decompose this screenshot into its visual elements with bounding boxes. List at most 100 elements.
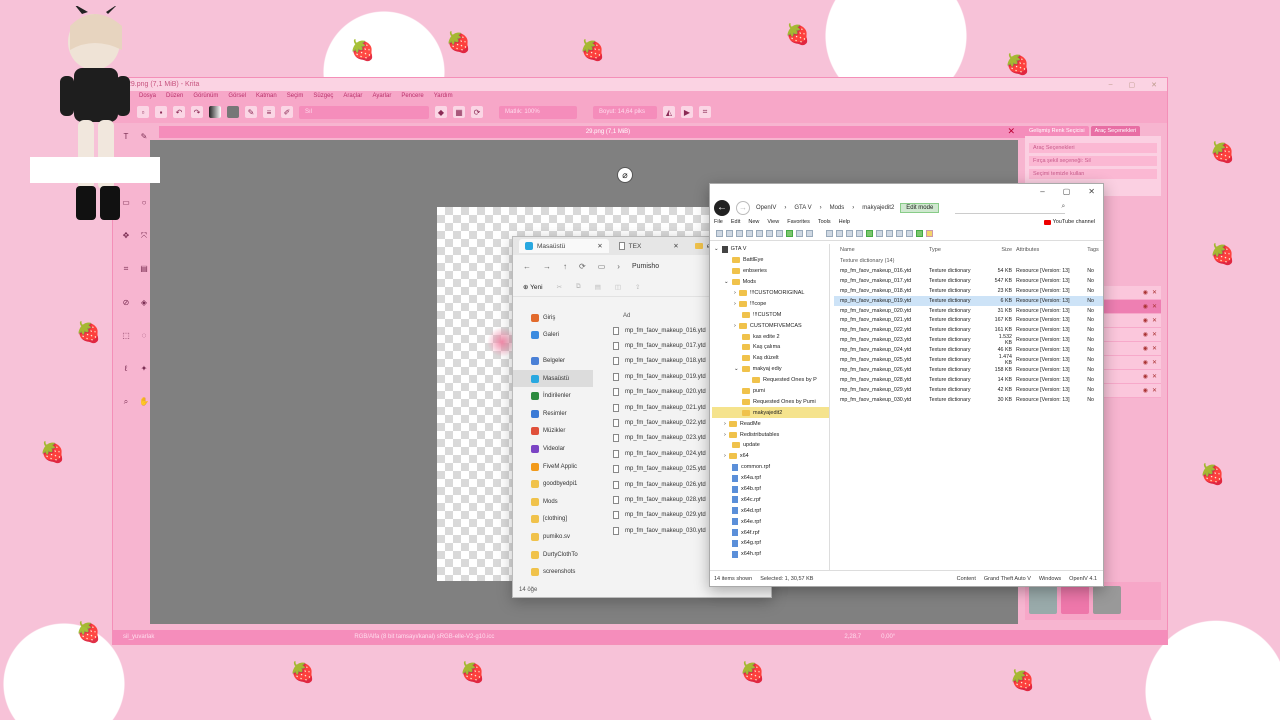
eye-icon[interactable]: ◉ [1143, 373, 1148, 380]
tab-advanced-color[interactable]: Gelişmiş Renk Seçicisi [1025, 126, 1089, 136]
toolbar-button-icon[interactable] [716, 230, 723, 237]
sidebar-item-music[interactable]: Müzikler [513, 423, 593, 441]
column-type[interactable]: Type [929, 247, 994, 253]
lock-icon[interactable]: ✕ [1152, 317, 1157, 324]
table-row-selected[interactable]: mp_fm_faov_makeup_019.ytd Texture diction… [834, 295, 1103, 306]
opacity-slider[interactable]: Matlık: 100% [499, 105, 577, 119]
tree-item[interactable]: x64b.rpf [712, 484, 829, 495]
toolbar-button-icon[interactable] [826, 230, 833, 237]
menu-settings[interactable]: Ayarlar [372, 93, 391, 99]
maximize-icon[interactable]: ▢ [1063, 187, 1071, 196]
column-attributes[interactable]: Attributes [1016, 247, 1087, 253]
clear-selection-option[interactable]: Seçimi temizle kullan [1029, 169, 1157, 179]
menu-help[interactable]: Yardım [434, 93, 453, 99]
paste-icon[interactable]: ▤ [595, 283, 601, 291]
menu-window[interactable]: Pencere [401, 93, 423, 99]
menu-tools[interactable]: Araçlar [343, 93, 362, 99]
pan-tool-icon[interactable]: ✋ [139, 397, 149, 407]
tab-desktop[interactable]: Masaüstü ✕ [519, 239, 609, 253]
status-content[interactable]: Content [957, 576, 976, 582]
sidebar-item-screenshots[interactable]: screenshots [513, 563, 593, 581]
sidebar-item-fivem[interactable]: FiveM Applic [513, 458, 593, 476]
toolbar-button-icon[interactable] [906, 230, 913, 237]
sidebar-item-clothing[interactable]: [clothing] [513, 511, 593, 529]
toolbar-button-icon[interactable] [746, 230, 753, 237]
status-game[interactable]: Grand Theft Auto V [984, 576, 1031, 582]
tree-item[interactable]: › ReadMe [712, 418, 829, 429]
rect-select-icon[interactable]: ⬚ [121, 331, 131, 341]
lock-icon[interactable]: ✕ [1152, 331, 1157, 338]
tree-item[interactable]: x64d.rpf [712, 505, 829, 516]
toolbar-button-icon[interactable] [806, 230, 813, 237]
eye-icon[interactable]: ◉ [1143, 345, 1148, 352]
menu-tools[interactable]: Tools [818, 219, 831, 225]
chevron-down-icon[interactable]: ⌄ [734, 366, 739, 372]
crumb-gtav[interactable]: GTA V [794, 205, 811, 211]
tree-item[interactable]: › Redistributables [712, 429, 829, 440]
toolbar-button-icon[interactable] [856, 230, 863, 237]
document-tab[interactable]: 29.png (7,1 MiB) [159, 126, 1057, 138]
tree-item[interactable]: x64g.rpf [712, 538, 829, 549]
edit-mode-button[interactable]: Edit mode [900, 203, 940, 213]
undo-icon[interactable]: ↶ [173, 106, 185, 118]
tree-item[interactable]: pumi [712, 386, 829, 397]
tree-item[interactable]: › CUSTOMFIVEMCAS [712, 320, 829, 331]
close-tab-icon[interactable]: ✕ [673, 242, 678, 250]
tree-item[interactable]: enbseries [712, 266, 829, 277]
toolbar-button-icon[interactable] [756, 230, 763, 237]
tree-item[interactable]: › !!!cope [712, 298, 829, 309]
lock-icon[interactable]: ✕ [1152, 359, 1157, 366]
toolbar-button-icon[interactable] [876, 230, 883, 237]
tree-item[interactable]: ⌄ makyaj ediy [712, 364, 829, 375]
breadcrumb[interactable]: Pumisho [632, 263, 659, 270]
eye-icon[interactable]: ◉ [1143, 359, 1148, 366]
sidebar-item-pictures[interactable]: Resimler [513, 405, 593, 423]
chevron-right-icon[interactable]: › [724, 421, 726, 427]
tree-item[interactable]: x64h.rpf [712, 549, 829, 560]
tree-item[interactable]: BattlEye [712, 255, 829, 266]
eraser-icon[interactable]: ◆ [435, 106, 447, 118]
crumb-openiv[interactable]: OpenIV [756, 205, 776, 211]
alpha-lock-icon[interactable]: ▦ [453, 106, 465, 118]
table-row[interactable]: mp_fm_faov_makeup_017.ytd Texture diction… [834, 276, 1103, 286]
tree-item[interactable]: x64f.rpf [712, 527, 829, 538]
sidebar-item-documents[interactable]: Belgeler [513, 352, 593, 370]
tree-item[interactable]: x64e.rpf [712, 516, 829, 527]
column-name[interactable]: Name [834, 247, 929, 253]
table-row[interactable]: mp_fm_faov_makeup_030.ytd Texture diction… [834, 395, 1103, 405]
sidebar-item-gallery[interactable]: Galeri [513, 327, 593, 345]
tree-item[interactable]: Requested Ones by P [712, 375, 829, 386]
close-icon[interactable]: ✕ [1151, 81, 1157, 89]
toolbar-button-icon[interactable] [866, 230, 873, 237]
magic-wand-icon[interactable]: ✦ [139, 364, 149, 374]
sidebar-item-pumiko[interactable]: pumiko.sv [513, 528, 593, 546]
picker-tool-icon[interactable]: ⊘ [121, 298, 131, 308]
table-row[interactable]: mp_fm_faov_makeup_020.ytd Texture diction… [834, 306, 1103, 316]
sidebar-item-durtycloth[interactable]: DurtyClothTo [513, 546, 593, 564]
toolbar-button-icon[interactable] [726, 230, 733, 237]
brush-settings-icon[interactable]: ≡ [263, 106, 275, 118]
tree-item[interactable]: Kaş düzelt [712, 353, 829, 364]
tree-item[interactable]: › x64 [712, 451, 829, 462]
toolbar-button-icon[interactable] [836, 230, 843, 237]
column-size[interactable]: Size [994, 247, 1016, 253]
add-icon[interactable] [916, 230, 923, 237]
reload-icon[interactable]: ⟳ [471, 106, 483, 118]
sidebar-item-desktop[interactable]: Masaüstü [513, 369, 593, 388]
crumb-mods[interactable]: Mods [830, 205, 845, 211]
tree-item[interactable]: Kaş çalıma [712, 342, 829, 353]
chevron-right-icon[interactable]: › [734, 301, 736, 307]
table-row[interactable]: mp_fm_faov_makeup_025.ytd Texture diction… [834, 354, 1103, 366]
mirror-h-icon[interactable]: ◭ [663, 106, 675, 118]
close-document-icon[interactable]: ✕ [1007, 126, 1015, 137]
brush-preset-icon[interactable]: ✎ [245, 106, 257, 118]
table-row[interactable]: mp_fm_faov_makeup_022.ytd Texture diction… [834, 325, 1103, 335]
search-input[interactable]: ⌕ [955, 203, 1066, 214]
sidebar-item-mods[interactable]: Mods [513, 493, 593, 511]
brush-icon[interactable]: ✐ [281, 106, 293, 118]
brush-preset[interactable] [1029, 586, 1057, 614]
back-button[interactable]: ← [714, 200, 730, 216]
menu-file[interactable]: File [714, 219, 723, 225]
refresh-icon[interactable]: ⟳ [579, 262, 586, 271]
tree-item[interactable]: ⌄ Mods [712, 277, 829, 288]
